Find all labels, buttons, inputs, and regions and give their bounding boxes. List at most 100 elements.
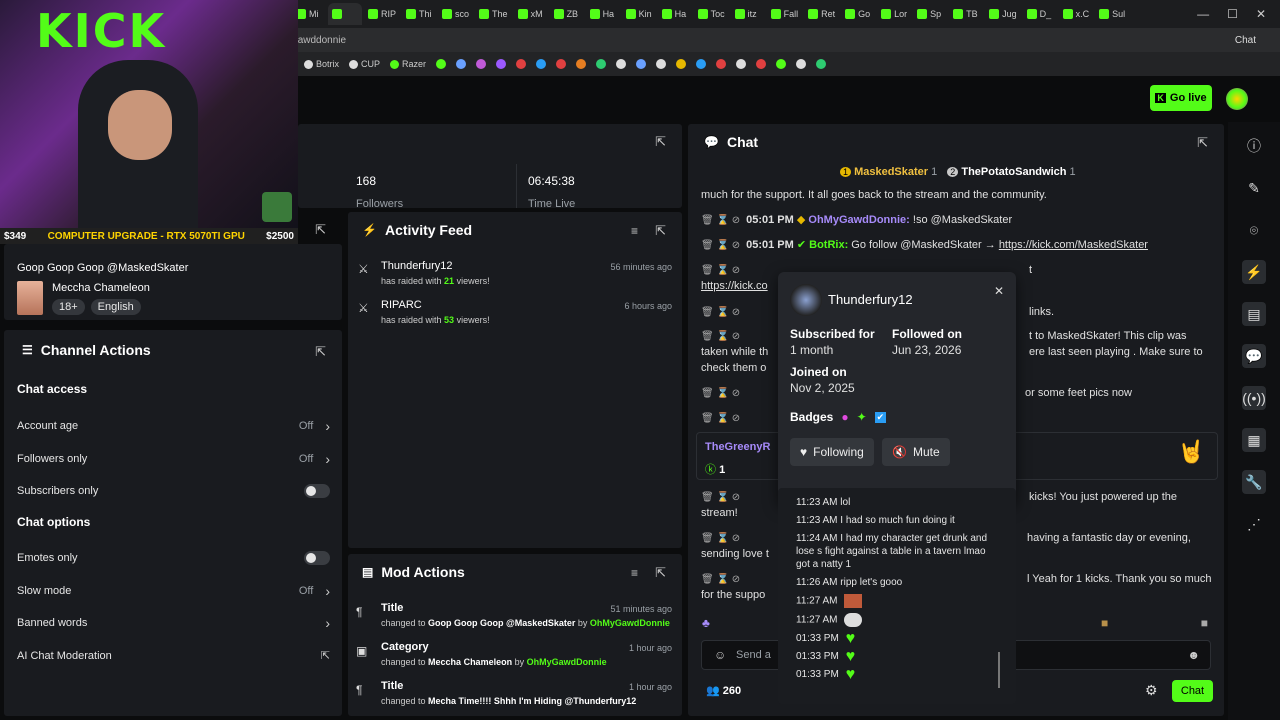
popout-icon[interactable]: ⇱	[1197, 135, 1208, 151]
chat-extension-label[interactable]: Chat	[1235, 35, 1256, 46]
following-button[interactable]: ♥ Following	[790, 438, 874, 466]
user-avatar[interactable]	[790, 284, 822, 316]
activity-item[interactable]: ⚔ Thunderfury12 56 minutes ago has raided w…	[358, 260, 672, 299]
browser-tab[interactable]: itz	[731, 3, 765, 25]
bookmark-icon[interactable]	[536, 59, 547, 69]
activity-user[interactable]: RIPARC	[381, 299, 422, 311]
bookmark-icon[interactable]	[716, 59, 727, 69]
channel-action-row[interactable]: Subscribers only	[17, 475, 330, 508]
chat-mod-tools[interactable]: 🗑 ⌛ ⊘	[701, 385, 746, 402]
filter-icon[interactable]: ≡	[631, 224, 638, 238]
chevron-right-icon[interactable]: ›	[325, 615, 330, 631]
maximize-icon[interactable]: ☐	[1227, 7, 1238, 21]
activity-user[interactable]: Thunderfury12	[381, 260, 453, 272]
chevron-right-icon[interactable]: ›	[325, 418, 330, 434]
go-live-button[interactable]: K Go live	[1150, 85, 1212, 111]
emote-icon[interactable]: ■	[1201, 616, 1208, 634]
browser-tab[interactable]	[328, 3, 363, 25]
popout-icon[interactable]: ⇱	[655, 134, 666, 150]
mute-button[interactable]: 🔇 Mute	[882, 438, 950, 466]
bookmark-icon[interactable]	[596, 59, 607, 69]
tag-language[interactable]: English	[90, 299, 141, 315]
popout-icon[interactable]: ⇱	[655, 223, 666, 239]
channel-action-row[interactable]: Emotes only	[17, 542, 330, 575]
browser-tab[interactable]: Sul	[1095, 3, 1129, 25]
smile-icon[interactable]: ☻	[1187, 648, 1200, 662]
chat-mod-tools[interactable]: 🗑 ⌛ ⊘	[701, 530, 746, 547]
bookmark-icon[interactable]	[556, 59, 567, 69]
bookmark-icon[interactable]	[736, 59, 747, 69]
bookmark-icon[interactable]	[456, 59, 467, 69]
chat-icon[interactable]: 💬	[1242, 344, 1266, 368]
bookmark-icon[interactable]	[636, 59, 647, 69]
channel-action-row[interactable]: Account age Off ›	[17, 410, 330, 443]
chat-mod-tools[interactable]: 🗑 ⌛ ⊘	[701, 304, 746, 321]
channel-action-control[interactable]: Off ›	[299, 451, 330, 467]
info-icon[interactable]: ⓘ	[1242, 134, 1266, 158]
settings-icon[interactable]: ⚙	[1145, 682, 1158, 699]
browser-tab[interactable]: x.C	[1059, 3, 1094, 25]
browser-tab[interactable]: Toc	[694, 3, 729, 25]
bookmark-icon[interactable]	[656, 59, 667, 69]
kicks-user[interactable]: TheGreenyR	[705, 441, 770, 453]
bookmark-botrix[interactable]: Botrix	[304, 59, 339, 69]
bookmark-cup[interactable]: CUP	[349, 59, 380, 69]
chat-link[interactable]: https://kick.co	[701, 278, 768, 294]
popout-icon[interactable]: ⇱	[315, 344, 326, 360]
bookmark-icon[interactable]	[776, 59, 787, 69]
bookmark-icon[interactable]	[476, 59, 487, 69]
gifter-2[interactable]: 2 ThePotatoSandwich 1	[947, 166, 1076, 178]
channel-action-row[interactable]: Followers only Off ›	[17, 443, 330, 476]
browser-tab[interactable]: Ha	[658, 3, 692, 25]
mod-tools-icon[interactable]: 🗑 ⌛ ⊘	[701, 240, 740, 251]
browser-tab[interactable]: Lor	[877, 3, 911, 25]
emote-icon[interactable]: ♣	[702, 616, 710, 634]
document-icon[interactable]: ▤	[1242, 302, 1266, 326]
pencil-icon[interactable]: ✎	[1242, 176, 1266, 200]
bookmark-icon[interactable]	[796, 59, 807, 69]
bookmark-icon[interactable]	[516, 59, 527, 69]
channel-action-control[interactable]: ›	[325, 615, 330, 631]
share-icon[interactable]: ⋰	[1242, 512, 1266, 536]
popout-icon[interactable]: ⇱	[655, 565, 666, 581]
bookmark-icon[interactable]	[496, 59, 507, 69]
bookmark-icon[interactable]	[696, 59, 707, 69]
toggle-switch[interactable]	[304, 484, 330, 499]
mod-tools-icon[interactable]: 🗑 ⌛ ⊘	[701, 215, 740, 226]
user-card-username[interactable]: Thunderfury12	[828, 292, 913, 307]
layout-icon[interactable]: ▦	[1242, 428, 1266, 452]
bookmark-icon[interactable]	[816, 59, 827, 69]
browser-tab[interactable]: Ha	[586, 3, 620, 25]
bolt-icon[interactable]: ⚡	[1242, 260, 1266, 284]
avatar[interactable]	[1226, 88, 1248, 110]
bookmark-icon[interactable]	[756, 59, 767, 69]
scrollbar[interactable]	[998, 652, 1000, 688]
bookmark-icon[interactable]	[576, 59, 587, 69]
browser-tab[interactable]: xM	[514, 3, 548, 25]
bookmark-razer[interactable]: Razer	[390, 59, 426, 69]
browser-tab[interactable]: TB	[949, 3, 983, 25]
external-link-icon[interactable]: ⇱	[321, 649, 330, 662]
popout-icon[interactable]: ⇱	[315, 222, 326, 238]
browser-tab[interactable]: Thi	[402, 3, 436, 25]
channel-action-control[interactable]	[304, 551, 330, 566]
close-window-icon[interactable]: ✕	[1256, 7, 1266, 21]
emoji-icon[interactable]: ☺	[714, 648, 726, 662]
bookmark-icon[interactable]	[616, 59, 627, 69]
browser-tab[interactable]: RIP	[364, 3, 400, 25]
activity-item[interactable]: ⚔ RIPARC 6 hours ago has raided with 53 vie…	[358, 299, 672, 338]
browser-tab[interactable]: ZB	[550, 3, 584, 25]
browser-tab[interactable]: Go	[841, 3, 875, 25]
category-name[interactable]: Meccha Chameleon	[52, 282, 150, 294]
bookmark-icon[interactable]	[436, 59, 447, 69]
chat-mod-tools[interactable]: 🗑 ⌛ ⊘	[701, 262, 746, 279]
browser-tab[interactable]: Jug	[985, 3, 1021, 25]
broadcast-icon[interactable]: ((•))	[1242, 386, 1266, 410]
browser-tab[interactable]: Sp	[913, 3, 947, 25]
channel-action-control[interactable]	[304, 484, 330, 499]
browser-tab[interactable]: Kin	[622, 3, 656, 25]
minimize-icon[interactable]: —	[1197, 7, 1209, 21]
mod-action-item[interactable]: ▣ Category 1 hour ago changed to Meccha Cha…	[356, 641, 672, 680]
chat-mod-tools[interactable]: 🗑 ⌛ ⊘	[701, 410, 746, 427]
chevron-right-icon[interactable]: ›	[325, 583, 330, 599]
